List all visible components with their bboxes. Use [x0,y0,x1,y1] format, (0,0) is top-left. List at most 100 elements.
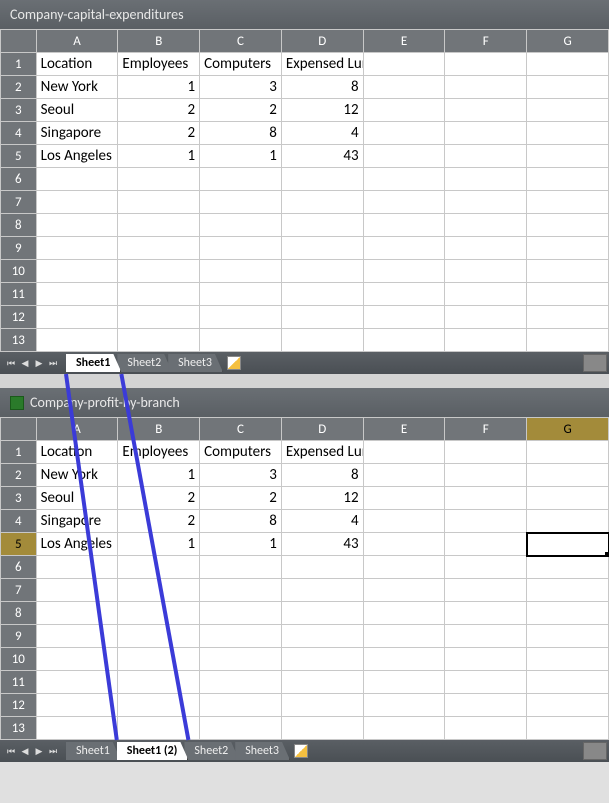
cell-B3[interactable]: 2 [118,487,200,510]
cell-F1[interactable] [445,53,527,76]
col-header-A[interactable]: A [36,30,118,53]
cell-D9[interactable] [281,237,363,260]
cell-C10[interactable] [200,260,282,283]
col-header-C[interactable]: C [200,418,282,441]
cell-E4[interactable] [363,510,445,533]
cell-A6[interactable] [36,556,118,579]
col-header-G[interactable]: G [527,30,609,53]
cell-C6[interactable] [200,556,282,579]
cell-G2[interactable] [527,464,609,487]
cell-D10[interactable] [281,648,363,671]
cell-D6[interactable] [281,168,363,191]
cell-D12[interactable] [281,306,363,329]
cell-B4[interactable]: 2 [118,122,200,145]
col-header-A[interactable]: A [36,418,118,441]
cell-B11[interactable] [118,671,200,694]
new-sheet-icon[interactable] [227,356,241,370]
sheet-tab[interactable]: Sheet1 [66,742,121,760]
cell-G1[interactable] [527,53,609,76]
cell-G3[interactable] [527,487,609,510]
cell-F2[interactable] [445,464,527,487]
col-header-C[interactable]: C [200,30,282,53]
cell-D13[interactable] [281,329,363,352]
cell-G13[interactable] [527,717,609,740]
cell-A4[interactable]: Singapore [36,122,118,145]
cell-C13[interactable] [200,329,282,352]
cell-A2[interactable]: New York [36,464,118,487]
cell-C6[interactable] [200,168,282,191]
cell-D7[interactable] [281,191,363,214]
cell-G10[interactable] [527,260,609,283]
cell-B10[interactable] [118,648,200,671]
cell-A5[interactable]: Los Angeles [36,533,118,556]
cell-D9[interactable] [281,625,363,648]
row-header-2[interactable]: 2 [1,464,37,487]
col-header-G[interactable]: G [527,418,609,441]
hscroll-stub[interactable] [583,354,607,372]
cell-F12[interactable] [445,306,527,329]
cell-G11[interactable] [527,671,609,694]
cell-F3[interactable] [445,99,527,122]
cell-B7[interactable] [118,191,200,214]
select-all-corner[interactable] [1,418,37,441]
cell-D3[interactable]: 12 [281,487,363,510]
cell-E11[interactable] [363,283,445,306]
cell-C1[interactable]: Computers [200,441,282,464]
row-header-8[interactable]: 8 [1,602,37,625]
row-header-2[interactable]: 2 [1,76,37,99]
select-all-corner[interactable] [1,30,37,53]
cell-A11[interactable] [36,671,118,694]
col-header-E[interactable]: E [363,30,445,53]
cell-F5[interactable] [445,533,527,556]
cell-B2[interactable]: 1 [118,76,200,99]
cell-E8[interactable] [363,602,445,625]
cell-A8[interactable] [36,602,118,625]
cell-D2[interactable]: 8 [281,76,363,99]
cell-A1[interactable]: Location [36,53,118,76]
cell-A7[interactable] [36,579,118,602]
cell-C9[interactable] [200,625,282,648]
cell-A4[interactable]: Singapore [36,510,118,533]
cell-E7[interactable] [363,191,445,214]
cell-C12[interactable] [200,306,282,329]
cell-G10[interactable] [527,648,609,671]
cell-E10[interactable] [363,260,445,283]
cell-D8[interactable] [281,214,363,237]
cell-G1[interactable] [527,441,609,464]
cell-E9[interactable] [363,237,445,260]
cell-E5[interactable] [363,533,445,556]
cell-E13[interactable] [363,717,445,740]
hscroll-stub[interactable] [583,742,607,760]
cell-A5[interactable]: Los Angeles [36,145,118,168]
cell-F11[interactable] [445,671,527,694]
cell-F6[interactable] [445,168,527,191]
cell-F6[interactable] [445,556,527,579]
sheet-tab[interactable]: Sheet3 [235,742,290,760]
cell-C5[interactable]: 1 [200,533,282,556]
cell-D5[interactable]: 43 [281,145,363,168]
cell-F10[interactable] [445,648,527,671]
cell-B12[interactable] [118,306,200,329]
sheet-tab[interactable]: Sheet3 [168,354,223,372]
row-header-8[interactable]: 8 [1,214,37,237]
cell-A8[interactable] [36,214,118,237]
row-header-6[interactable]: 6 [1,168,37,191]
new-sheet-icon[interactable] [294,744,308,758]
cell-B5[interactable]: 1 [118,533,200,556]
cell-G12[interactable] [527,694,609,717]
cell-D1[interactable]: Expensed Lunches [281,441,363,464]
cell-D10[interactable] [281,260,363,283]
cell-E1[interactable] [363,441,445,464]
cell-G11[interactable] [527,283,609,306]
cell-G4[interactable] [527,122,609,145]
cell-E8[interactable] [363,214,445,237]
cell-G6[interactable] [527,168,609,191]
cell-E7[interactable] [363,579,445,602]
cell-B6[interactable] [118,168,200,191]
row-header-1[interactable]: 1 [1,441,37,464]
cell-C5[interactable]: 1 [200,145,282,168]
row-header-12[interactable]: 12 [1,306,37,329]
cell-C9[interactable] [200,237,282,260]
cell-F13[interactable] [445,329,527,352]
cell-F8[interactable] [445,602,527,625]
